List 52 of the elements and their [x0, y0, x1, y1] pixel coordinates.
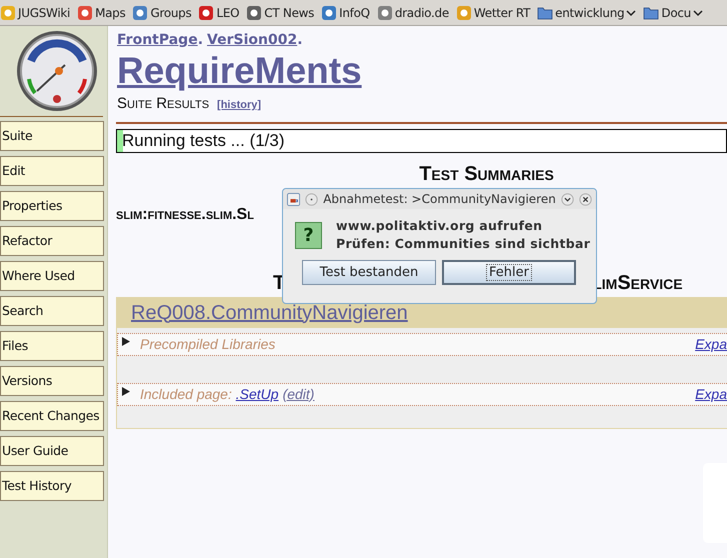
menu-dot-icon[interactable] — [305, 192, 318, 206]
breadcrumb-link[interactable]: FrontPage — [117, 30, 198, 51]
bookmark[interactable]: dradio.de — [376, 4, 449, 22]
setup-link[interactable]: .SetUp — [236, 384, 279, 404]
minimize-icon[interactable] — [560, 192, 574, 206]
expand-link[interactable]: Expa — [695, 384, 727, 404]
bookmark[interactable]: Maps — [77, 4, 126, 22]
sidebar-item[interactable]: Recent Changes — [0, 401, 104, 431]
close-icon[interactable] — [578, 192, 592, 206]
page-title[interactable]: RequireMents — [116, 51, 362, 91]
section-label: Included page: — [140, 384, 233, 404]
sidebar-item[interactable]: Versions — [0, 366, 104, 396]
breadcrumb-separator: . — [198, 31, 204, 50]
test-summaries-heading: Test Summaries — [419, 162, 554, 186]
triangle-right-icon[interactable] — [121, 336, 130, 346]
sidebar-item[interactable]: Search — [0, 296, 104, 326]
triangle-right-icon[interactable] — [121, 386, 130, 396]
breadcrumb-separator: . — [297, 31, 303, 50]
breadcrumb-link[interactable]: VerSion002 — [207, 30, 298, 51]
sidebar-item[interactable]: Files — [0, 331, 104, 361]
sidebar-item[interactable]: Edit — [0, 156, 104, 186]
history-link[interactable]: [history] — [217, 97, 262, 114]
section-label: Precompiled Libraries — [140, 334, 276, 354]
bookmark[interactable]: CT News — [246, 4, 314, 22]
bookmark[interactable]: Docu — [643, 4, 703, 22]
bookmark[interactable]: Groups — [132, 4, 192, 22]
sidebar-item[interactable]: Refactor — [0, 226, 104, 256]
dialog-title: Abnahmetest: >CommunityNavigieren — [323, 191, 556, 208]
suite-results-heading: Suite Results — [117, 94, 210, 114]
results-heading: limService — [593, 270, 683, 296]
bookmark[interactable]: InfoQ — [321, 4, 370, 22]
dialog-message: www.politaktiv.org aufrufen — [336, 217, 544, 235]
sidebar-item[interactable]: Suite — [0, 121, 104, 151]
progress-text: Running tests ... (1/3) — [121, 130, 285, 150]
sidebar-item[interactable]: Test History — [0, 471, 104, 501]
bookmark[interactable]: entwicklung — [537, 4, 636, 22]
chevron-down-icon — [626, 8, 636, 16]
expand-link[interactable]: Expa — [695, 334, 727, 354]
dialog-message: Prüfen: Communities sind sichtbar — [336, 235, 590, 253]
chevron-down-icon — [692, 8, 703, 16]
question-icon: ? — [295, 222, 322, 248]
dialog-button[interactable]: Fehler — [442, 260, 576, 285]
sidebar-item[interactable]: User Guide — [0, 436, 104, 466]
bookmark[interactable]: LEO — [198, 4, 240, 22]
edit-link[interactable]: (edit) — [282, 384, 314, 404]
test-page-link[interactable]: ReQ008.CommunityNavigieren — [131, 298, 408, 328]
suite-heading: slim:fitnesse.slim.Sl — [116, 206, 254, 222]
bookmark[interactable]: Wetter RT — [456, 4, 530, 22]
sidebar-item[interactable]: Where Used — [0, 261, 104, 291]
bookmark[interactable]: JUGSWiki — [0, 4, 70, 22]
sidebar-item[interactable]: Properties — [0, 191, 104, 221]
dialog-button[interactable]: Test bestanden — [302, 260, 436, 285]
